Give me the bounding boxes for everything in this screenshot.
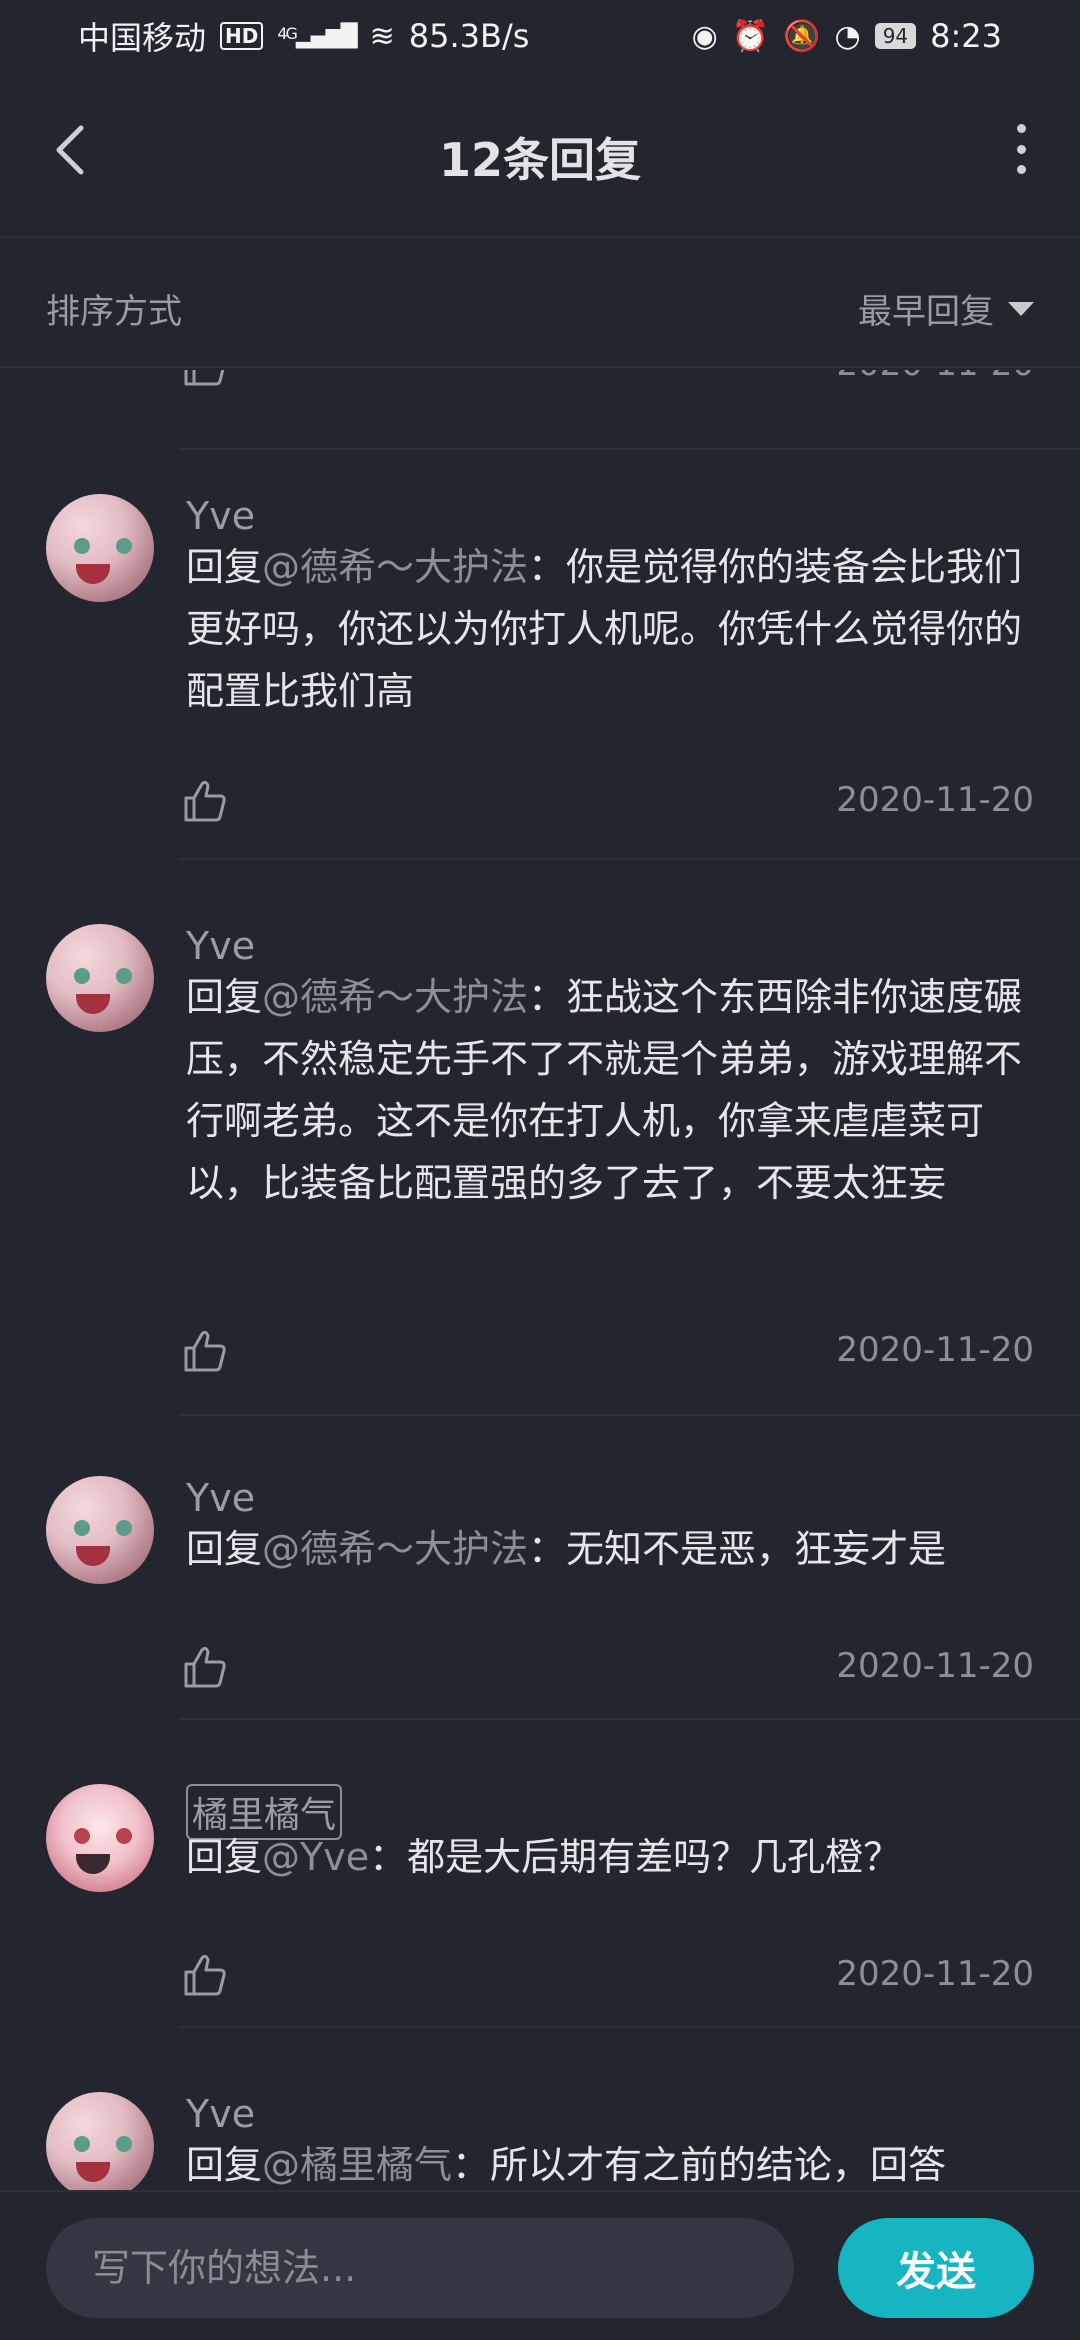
reply-content: 回复@德希～大护法：狂战这个东西除非你速度碾压，不然稳定先手不了不就是个弟弟，游… bbox=[186, 966, 1036, 1214]
reply-date: 2020-11-20 bbox=[836, 780, 1034, 820]
avatar-eye bbox=[74, 968, 90, 984]
reply-date: 2020-11-20 bbox=[836, 1954, 1034, 1994]
reply-text: ：无知不是恶，狂妄才是 bbox=[528, 1527, 947, 1571]
divider bbox=[180, 2026, 1080, 2028]
reply-actions: 2020-11-20 bbox=[180, 1326, 1034, 1376]
reply-text: ：都是大后期有差吗？几孔橙？ bbox=[369, 1835, 902, 1879]
username[interactable]: Yve bbox=[186, 2092, 255, 2136]
avatar-eye bbox=[116, 968, 132, 984]
avatar-eye bbox=[74, 538, 90, 554]
net-speed: 85.3B/s bbox=[408, 17, 530, 55]
avatar-eye bbox=[74, 1520, 90, 1536]
avatar[interactable] bbox=[46, 1476, 154, 1584]
avatar-mouth bbox=[76, 564, 110, 584]
carrier-label: 中国移动 bbox=[78, 19, 207, 57]
reply-prefix: 回复 bbox=[186, 2143, 263, 2187]
page-title: 12条回复 bbox=[438, 133, 641, 187]
mention-link[interactable]: @德希～大护法 bbox=[262, 975, 528, 1019]
reply-actions: 2020-11-20 bbox=[180, 370, 1034, 390]
thumbs-up-icon[interactable] bbox=[180, 1642, 228, 1690]
caret-down-icon bbox=[1008, 301, 1034, 316]
reply-content: 回复@Yve：都是大后期有差吗？几孔橙？ bbox=[186, 1826, 1036, 1888]
thumbs-up-icon[interactable] bbox=[180, 1326, 228, 1374]
avatar-eye bbox=[116, 538, 132, 554]
more-dot bbox=[1016, 124, 1026, 133]
reply-item: Yve 回复@德希～大护法：你是觉得你的装备会比我们更好吗，你还以为你打人机呢。… bbox=[0, 494, 1080, 860]
battery-icon: 94 bbox=[874, 23, 917, 49]
sort-selected-value: 最早回复 bbox=[858, 292, 994, 332]
avatar[interactable] bbox=[46, 2092, 154, 2190]
comment-input[interactable]: 写下你的想法... bbox=[46, 2218, 794, 2318]
divider bbox=[180, 1718, 1080, 1720]
bell-off-icon: 🔕 bbox=[783, 18, 821, 54]
avatar-eye bbox=[116, 2136, 132, 2152]
avatar[interactable] bbox=[46, 924, 154, 1032]
eye-icon: ◉ bbox=[691, 18, 718, 54]
avatar-mouth bbox=[76, 2162, 110, 2182]
mention-link[interactable]: @Yve bbox=[262, 1835, 369, 1879]
reply-prefix: 回复 bbox=[186, 545, 263, 589]
avatar-eye bbox=[74, 2136, 90, 2152]
reply-date: 2020-11-20 bbox=[836, 370, 1034, 384]
clock: 8:23 bbox=[930, 17, 1002, 55]
avatar[interactable] bbox=[46, 1784, 154, 1892]
reply-item: Yve 回复@德希～大护法：无知不是恶，狂妄才是 2020-11-20 bbox=[0, 1476, 1080, 1720]
send-button[interactable]: 发送 bbox=[838, 2218, 1034, 2318]
avatar-eye bbox=[116, 1520, 132, 1536]
avatar-mouth bbox=[76, 994, 110, 1014]
signal-icon: 4G▂▄▆█ bbox=[277, 23, 357, 49]
more-dot bbox=[1016, 165, 1026, 174]
username[interactable]: Yve bbox=[186, 924, 255, 968]
avatar-eye bbox=[116, 1828, 132, 1844]
avatar-mouth bbox=[76, 1854, 110, 1874]
reply-item: Yve 回复@德希～大护法：狂战这个东西除非你速度碾压，不然稳定先手不了不就是个… bbox=[0, 924, 1080, 1416]
sort-dropdown[interactable]: 最早回复 bbox=[858, 284, 1034, 333]
reply-content: 回复@德希～大护法：无知不是恶，狂妄才是 bbox=[186, 1518, 1036, 1580]
reply-content: 回复@橘里橘气：所以才有之前的结论，回答 bbox=[186, 2134, 1036, 2190]
status-bar: 中国移动 HD 4G▂▄▆█ ≋ 85.3B/s ◉ ⏰ 🔕 ◔ 94 8:23 bbox=[0, 0, 1080, 72]
reply-content: 回复@德希～大护法：你是觉得你的装备会比我们更好吗，你还以为你打人机呢。你凭什么… bbox=[186, 536, 1036, 722]
reply-date: 2020-11-20 bbox=[836, 1330, 1034, 1370]
more-dot bbox=[1016, 144, 1026, 154]
reply-item: Yve 回复@橘里橘气：所以才有之前的结论，回答 bbox=[0, 2092, 1080, 2190]
mention-link[interactable]: @德希～大护法 bbox=[262, 1527, 528, 1571]
reply-item: 2020-11-20 bbox=[0, 370, 1080, 450]
network-type: 4G bbox=[277, 23, 298, 43]
reply-actions: 2020-11-20 bbox=[180, 1642, 1034, 1692]
avatar[interactable] bbox=[46, 494, 154, 602]
sort-label: 排序方式 bbox=[46, 292, 182, 332]
reply-prefix: 回复 bbox=[186, 1835, 263, 1879]
reply-text: ：所以才有之前的结论，回答 bbox=[452, 2143, 947, 2187]
divider bbox=[180, 858, 1080, 860]
nav-bar: 12条回复 bbox=[0, 72, 1080, 238]
username[interactable]: Yve bbox=[186, 494, 255, 538]
thumbs-up-icon[interactable] bbox=[180, 1950, 228, 1998]
thumbs-up-icon[interactable] bbox=[180, 370, 228, 388]
composer-bar: 写下你的想法... 发送 bbox=[0, 2190, 1080, 2340]
reply-list[interactable]: 2020-11-20 Yve 回复@德希～大护法：你是觉得你的装备会比我们更好吗… bbox=[0, 370, 1080, 2190]
speedometer-icon: ◔ bbox=[834, 18, 861, 54]
divider bbox=[180, 1414, 1080, 1416]
reply-prefix: 回复 bbox=[186, 975, 263, 1019]
mention-link[interactable]: @橘里橘气 bbox=[262, 2143, 452, 2187]
alarm-icon: ⏰ bbox=[731, 18, 770, 54]
avatar-eye bbox=[74, 1828, 90, 1844]
reply-item: 橘里橘气 回复@Yve：都是大后期有差吗？几孔橙？ 2020-11-20 bbox=[0, 1784, 1080, 2028]
reply-prefix: 回复 bbox=[186, 1527, 263, 1571]
more-options-button[interactable] bbox=[1006, 124, 1036, 174]
avatar-mouth bbox=[76, 1546, 110, 1566]
mention-link[interactable]: @德希～大护法 bbox=[262, 545, 528, 589]
reply-actions: 2020-11-20 bbox=[180, 1950, 1034, 2000]
hd-icon: HD bbox=[220, 22, 264, 50]
divider bbox=[180, 448, 1080, 450]
username[interactable]: Yve bbox=[186, 1476, 255, 1520]
wifi-icon: ≋ bbox=[369, 18, 395, 54]
thumbs-up-icon[interactable] bbox=[180, 776, 228, 824]
sort-bar: 排序方式 最早回复 bbox=[0, 240, 1080, 368]
reply-actions: 2020-11-20 bbox=[180, 776, 1034, 826]
reply-date: 2020-11-20 bbox=[836, 1646, 1034, 1686]
